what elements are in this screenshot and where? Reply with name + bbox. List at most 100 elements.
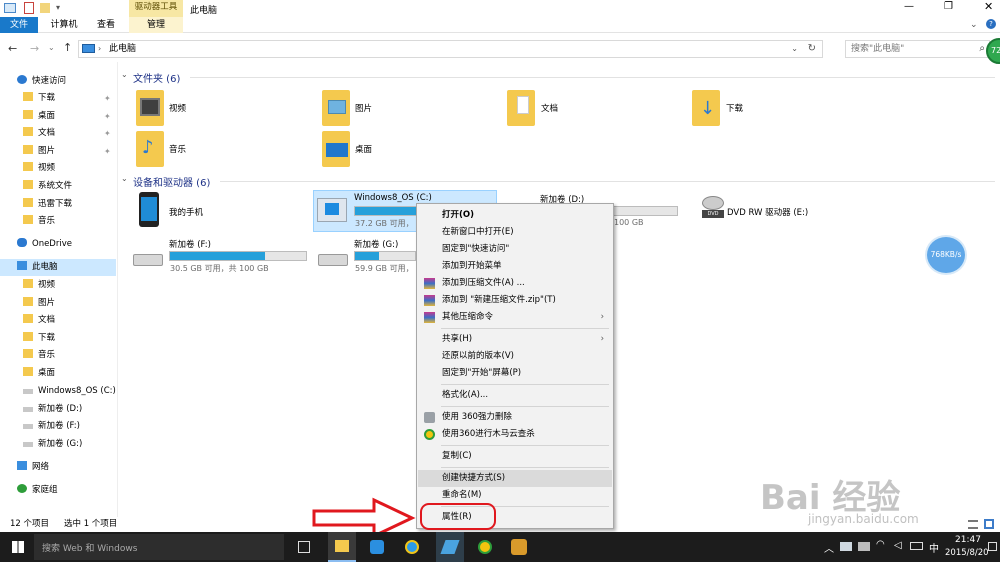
tab-computer[interactable]: 计算机 [44, 17, 84, 33]
sidebar-item[interactable]: 此电脑 [0, 259, 116, 276]
menu-item-add-zip[interactable]: 添加到 "新建压缩文件.zip"(T) [418, 292, 612, 309]
sidebar-item[interactable]: 音乐 [23, 213, 112, 230]
tray-speaker-badge-icon[interactable] [858, 542, 870, 551]
folders-section-header[interactable]: 文件夹 (6) [133, 70, 180, 85]
menu-item-rename[interactable]: 重命名(M) [418, 487, 612, 504]
minimize-button[interactable]: — [904, 1, 914, 12]
drive-f-icon [133, 254, 163, 266]
menu-item-share[interactable]: 共享(H) › [418, 331, 612, 348]
refresh-icon[interactable]: ↻ [808, 41, 816, 57]
tab-view[interactable]: 查看 [88, 17, 124, 33]
maximize-button[interactable]: ❐ [944, 1, 953, 12]
sidebar-item[interactable]: OneDrive [17, 236, 112, 253]
notification-badge[interactable]: 72 [986, 38, 1000, 64]
search-input[interactable]: 搜索"此电脑" ⌕ [845, 40, 990, 58]
drive-g-usage-bar [354, 251, 416, 261]
volume-icon[interactable]: ◁ [894, 540, 902, 551]
action-center-icon[interactable] [988, 542, 997, 551]
new-folder-quick-icon[interactable] [40, 3, 50, 13]
sidebar-item[interactable]: 新加卷 (F:) [23, 418, 112, 435]
clock-time[interactable]: 21:47 [955, 535, 981, 545]
network-speed-ball[interactable]: 768KB/s [925, 235, 967, 275]
menu-item-format[interactable]: 格式化(A)... [418, 387, 612, 404]
ribbon-expand-icon[interactable]: ⌄ [970, 20, 978, 30]
folders-collapse-icon[interactable]: ⌄ [121, 70, 128, 79]
devices-section-header[interactable]: 设备和驱动器 (6) [133, 174, 210, 189]
properties-quick-icon[interactable] [24, 2, 34, 14]
sidebar-item[interactable]: 桌面 ✦ [23, 108, 112, 125]
close-button[interactable]: ✕ [984, 0, 993, 13]
help-icon[interactable]: ? [986, 19, 996, 29]
drive-f-label[interactable]: 新加卷 (F:) [169, 238, 211, 250]
menu-item-360-scan[interactable]: 使用360进行木马云查杀 [418, 426, 612, 443]
tab-manage[interactable]: 管理 [129, 17, 183, 33]
sidebar-item[interactable]: 家庭组 [17, 482, 112, 499]
ime-indicator[interactable]: 中 [929, 540, 939, 555]
menu-item-restore-versions[interactable]: 还原以前的版本(V) [418, 348, 612, 365]
wifi-icon[interactable]: ◠ [876, 539, 885, 550]
sidebar-item[interactable]: 音乐 [23, 347, 112, 364]
sidebar-item-label: 文档 [38, 128, 56, 138]
menu-item-pin-start[interactable]: 固定到"开始"屏幕(P) [418, 365, 612, 382]
sidebar-item[interactable]: 下载 [23, 330, 112, 347]
properties-highlight-circle [420, 503, 496, 530]
address-bar[interactable]: › 此电脑 ⌄ ↻ [78, 40, 823, 58]
folder-documents-icon [507, 90, 535, 126]
file-explorer-taskbar-icon[interactable] [328, 532, 356, 562]
sidebar-item[interactable]: 快速访问 [17, 73, 112, 90]
sidebar-item-label: 新加卷 (G:) [38, 439, 83, 449]
phone-label: 我的手机 [169, 208, 204, 218]
drive-g-label[interactable]: 新加卷 (G:) [354, 238, 398, 250]
sidebar-item[interactable]: 系统文件 [23, 178, 112, 195]
menu-item-open-new-window[interactable]: 在新窗口中打开(E) [418, 224, 612, 241]
sidebar-item[interactable]: 桌面 [23, 365, 112, 382]
devices-collapse-icon[interactable]: ⌄ [121, 174, 128, 183]
sidebar-item[interactable]: 文档 ✦ [23, 125, 112, 142]
taskbar-search-box[interactable]: 搜索 Web 和 Windows [34, 534, 284, 560]
sidebar-item[interactable]: 图片 ✦ [23, 143, 112, 160]
sidebar-item[interactable]: 文档 [23, 312, 112, 329]
menu-item-open[interactable]: 打开(O) [418, 207, 612, 224]
sidebar-item[interactable]: 新加卷 (G:) [23, 436, 112, 453]
menu-item-360-delete[interactable]: 使用 360强力删除 [418, 409, 612, 426]
tray-app-icon[interactable] [840, 542, 852, 551]
sidebar-item[interactable]: 迅雷下载 [23, 196, 112, 213]
clock-date[interactable]: 2015/8/20 [945, 548, 989, 558]
menu-item-add-start-menu[interactable]: 添加到开始菜单 [418, 258, 612, 275]
tab-file[interactable]: 文件 [0, 17, 38, 33]
sidebar-item[interactable]: 图片 [23, 295, 112, 312]
app-cat-taskbar-icon[interactable] [511, 539, 527, 555]
menu-item-add-archive[interactable]: 添加到压缩文件(A) ... [418, 275, 612, 292]
sidebar-item[interactable]: 新加卷 (D:) [23, 401, 112, 418]
sidebar-item[interactable]: Windows8_OS (C:) [23, 383, 116, 400]
menu-item-pin-quick-access[interactable]: 固定到"快速访问" [418, 241, 612, 258]
sidebar-item[interactable]: 视频 [23, 277, 112, 294]
menu-item-other-compress[interactable]: 其他压缩命令 › [418, 309, 612, 326]
back-arrow-icon[interactable]: ← [8, 42, 17, 55]
search-icon[interactable]: ⌕ [979, 41, 985, 57]
task-view-icon[interactable] [298, 541, 310, 553]
breadcrumb-this-pc[interactable]: 此电脑 [109, 44, 136, 54]
sidebar-item[interactable]: 下载 ✦ [23, 90, 112, 107]
windows-start-icon[interactable] [12, 541, 24, 553]
sidebar-item[interactable]: 网络 [17, 459, 112, 476]
app-360-taskbar-icon[interactable] [478, 540, 492, 554]
menu-item-create-shortcut[interactable]: 创建快捷方式(S) [418, 470, 612, 487]
up-arrow-icon[interactable]: ↑ [63, 41, 72, 54]
ie-taskbar-icon[interactable] [405, 540, 419, 554]
sidebar-item-icon [23, 442, 33, 447]
recent-dropdown-icon[interactable]: ⌄ [48, 43, 55, 52]
address-dropdown-icon[interactable]: ⌄ [791, 41, 798, 57]
details-view-icon[interactable] [968, 520, 978, 529]
large-icons-view-icon[interactable] [984, 519, 994, 529]
forward-arrow-icon[interactable]: → [30, 42, 39, 55]
sidebar-item-icon [23, 349, 33, 358]
browser-360-taskbar-icon[interactable] [370, 540, 384, 554]
show-hidden-icons[interactable]: ︿ [824, 540, 834, 555]
keyboard-icon[interactable] [910, 542, 923, 550]
menu-item-copy[interactable]: 复制(C) [418, 448, 612, 465]
dvd-drive-label[interactable]: DVD RW 驱动器 (E:) [727, 206, 808, 218]
sidebar-item[interactable]: 视频 [23, 160, 112, 177]
app-bird-taskbar-icon[interactable] [436, 532, 464, 562]
quick-access-dropdown-icon[interactable]: ▾ [56, 3, 60, 12]
